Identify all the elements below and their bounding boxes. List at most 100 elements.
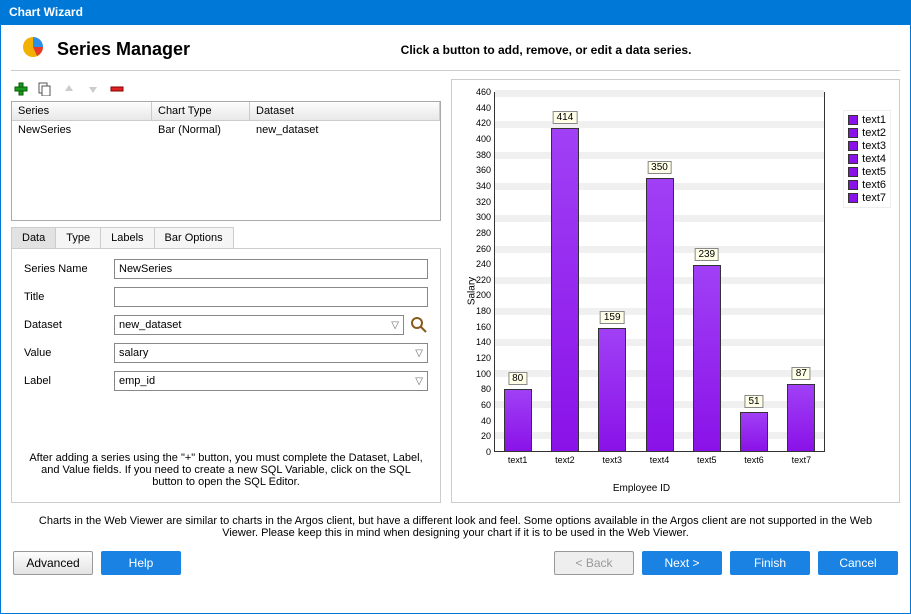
legend-label: text5 [862,166,886,178]
series-grid[interactable]: Series Chart Type Dataset NewSeries Bar … [11,101,441,221]
tab-type[interactable]: Type [55,227,101,248]
legend-label: text7 [862,192,886,204]
legend-label: text6 [862,179,886,191]
legend-item: text4 [848,153,886,165]
chart-bar [551,128,579,452]
chart-bar [693,265,721,452]
value-value: salary [119,347,148,359]
bar-data-label: 87 [792,367,811,380]
chart-legend: text1text2text3text4text5text6text7 [843,110,891,208]
legend-swatch [848,180,858,190]
y-tick: 180 [476,306,494,316]
value-select[interactable]: salary ▽ [114,343,428,363]
page-header: Series Manager Click a button to add, re… [1,25,910,70]
tab-bar-options[interactable]: Bar Options [154,227,234,248]
move-up-button[interactable] [61,81,77,97]
footer-note: Charts in the Web Viewer are similar to … [1,509,910,545]
legend-item: text2 [848,127,886,139]
legend-swatch [848,167,858,177]
x-tick: text5 [697,452,717,465]
chart-bar [740,412,768,452]
chevron-down-icon: ▽ [415,376,423,387]
series-name-input[interactable] [114,259,428,279]
x-tick: text1 [508,452,528,465]
bar-data-label: 51 [745,395,764,408]
copy-series-button[interactable] [37,81,53,97]
cancel-button[interactable]: Cancel [818,551,898,575]
y-tick: 60 [481,400,494,410]
move-down-button[interactable] [85,81,101,97]
label-label: Label [24,375,114,387]
dataset-value: new_dataset [119,319,181,331]
bar-data-label: 350 [647,161,672,174]
window-title: Chart Wizard [9,5,83,19]
chart-bar [504,389,532,452]
advanced-button[interactable]: Advanced [13,551,93,575]
value-label: Value [24,347,114,359]
dataset-label: Dataset [24,319,114,331]
remove-series-button[interactable] [109,81,125,97]
y-tick: 100 [476,369,494,379]
bar-data-label: 414 [553,111,578,124]
legend-label: text4 [862,153,886,165]
sql-editor-button[interactable] [410,316,428,334]
y-tick: 300 [476,212,494,222]
x-axis-label: Employee ID [458,483,825,494]
chevron-down-icon: ▽ [391,320,399,331]
finish-button[interactable]: Finish [730,551,810,575]
series-toolbar [11,79,441,101]
y-tick: 380 [476,150,494,160]
tab-data[interactable]: Data [11,227,56,248]
y-tick: 200 [476,290,494,300]
chart-preview: Salary 020406080100120140160180200220240… [451,79,900,503]
x-tick: text3 [602,452,622,465]
legend-item: text6 [848,179,886,191]
back-button[interactable]: < Back [554,551,634,575]
y-tick: 280 [476,228,494,238]
cell-chart-type: Bar (Normal) [152,121,250,139]
label-select[interactable]: emp_id▽ [114,371,428,391]
chart-bar [787,384,815,452]
legend-item: text1 [848,114,886,126]
bar-data-label: 239 [694,248,719,261]
series-manager-icon [21,35,45,64]
y-tick: 260 [476,244,494,254]
legend-label: text2 [862,127,886,139]
x-tick: text4 [650,452,670,465]
legend-swatch [848,115,858,125]
x-tick: text6 [744,452,764,465]
y-tick: 320 [476,197,494,207]
add-series-button[interactable] [13,81,29,97]
chevron-down-icon: ▽ [415,348,423,359]
x-tick: text2 [555,452,575,465]
y-tick: 0 [486,447,494,457]
legend-item: text3 [848,140,886,152]
chart-bar [598,328,626,452]
page-subtitle: Click a button to add, remove, or edit a… [202,43,890,57]
y-tick: 20 [481,431,494,441]
dataset-select[interactable]: new_dataset ▽ [114,315,404,335]
cell-series: NewSeries [12,121,152,139]
help-button[interactable]: Help [101,551,181,575]
series-grid-header: Series Chart Type Dataset [12,102,440,121]
y-tick: 40 [481,416,494,426]
col-series: Series [12,102,152,120]
series-row[interactable]: NewSeries Bar (Normal) new_dataset [12,121,440,139]
y-tick: 440 [476,103,494,113]
title-input[interactable] [114,287,428,307]
y-tick: 460 [476,87,494,97]
chart-bar [646,178,674,452]
y-tick: 420 [476,118,494,128]
tab-bar: Data Type Labels Bar Options [11,227,441,248]
series-name-label: Series Name [24,263,114,275]
y-tick: 240 [476,259,494,269]
legend-item: text5 [848,166,886,178]
x-tick: text7 [792,452,812,465]
y-tick: 120 [476,353,494,363]
legend-label: text3 [862,140,886,152]
legend-item: text7 [848,192,886,204]
next-button[interactable]: Next > [642,551,722,575]
y-tick: 80 [481,384,494,394]
legend-swatch [848,141,858,151]
tab-labels[interactable]: Labels [100,227,154,248]
